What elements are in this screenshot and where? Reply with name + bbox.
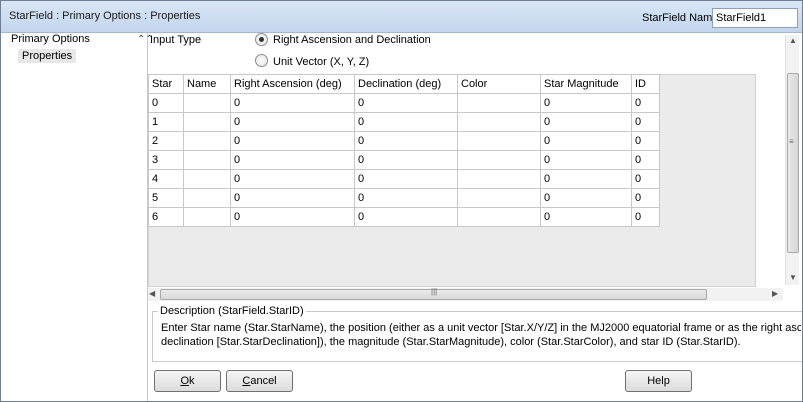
arrow-right-icon[interactable]: ▶ [772, 289, 778, 298]
col-header-color[interactable]: Color [457, 74, 541, 94]
cell-ra[interactable]: 0 [230, 207, 355, 227]
cell-star: 1 [148, 112, 184, 132]
ok-button[interactable]: Ok [154, 370, 221, 392]
cell-id[interactable]: 0 [631, 131, 660, 151]
grip-icon: ||| [431, 287, 438, 296]
table-row: 30000 [148, 150, 660, 170]
col-header-ra[interactable]: Right Ascension (deg) [230, 74, 355, 94]
table-row: 60000 [148, 207, 660, 227]
table-row: 20000 [148, 131, 660, 151]
tree-item-properties[interactable]: Properties [18, 49, 77, 63]
description-line-2: declination [Star.StarDeclination]), the… [161, 336, 741, 348]
cell-magnitude[interactable]: 0 [540, 207, 632, 227]
cell-color[interactable] [457, 207, 541, 227]
cell-star: 4 [148, 169, 184, 189]
cell-color[interactable] [457, 150, 541, 170]
radio-unit-vector-label[interactable]: Unit Vector (X, Y, Z) [273, 56, 369, 68]
cancel-button[interactable]: Cancel [226, 370, 293, 392]
col-header-magnitude[interactable]: Star Magnitude [540, 74, 632, 94]
cell-ra[interactable]: 0 [230, 188, 355, 208]
radio-unit-vector[interactable] [255, 54, 268, 67]
description-line-1: Enter Star name (Star.StarName), the pos… [161, 322, 801, 334]
grip-icon: ≡ [789, 137, 794, 146]
cell-magnitude[interactable]: 0 [540, 169, 632, 189]
properties-window: StarField : Primary Options : Properties… [0, 0, 803, 402]
cell-ra[interactable]: 0 [230, 150, 355, 170]
cell-dec[interactable]: 0 [354, 131, 458, 151]
cell-star: 6 [148, 207, 184, 227]
cell-id[interactable]: 0 [631, 93, 660, 113]
cell-dec[interactable]: 0 [354, 150, 458, 170]
table-header-row: Star Name Right Ascension (deg) Declinat… [148, 74, 660, 94]
window-title: StarField : Primary Options : Properties [9, 10, 201, 22]
radio-selected-dot [259, 37, 264, 42]
radio-ra-dec[interactable] [255, 33, 268, 46]
cell-magnitude[interactable]: 0 [540, 93, 632, 113]
cell-name[interactable] [183, 188, 231, 208]
cell-color[interactable] [457, 169, 541, 189]
radio-ra-dec-label[interactable]: Right Ascension and Declination [273, 34, 431, 46]
cell-color[interactable] [457, 131, 541, 151]
input-type-label: Input Type [150, 34, 202, 46]
cell-dec[interactable]: 0 [354, 207, 458, 227]
cell-color[interactable] [457, 93, 541, 113]
cell-id[interactable]: 0 [631, 112, 660, 132]
description-text: Enter Star name (Star.StarName), the pos… [161, 321, 801, 351]
cell-id[interactable]: 0 [631, 207, 660, 227]
arrow-left-icon[interactable]: ◀ [149, 289, 155, 298]
cell-name[interactable] [183, 150, 231, 170]
title-bar: StarField : Primary Options : Properties… [1, 1, 802, 33]
table-row: 40000 [148, 169, 660, 189]
cell-name[interactable] [183, 207, 231, 227]
arrow-up-icon[interactable]: ▲ [789, 36, 797, 45]
cell-star: 3 [148, 150, 184, 170]
starfield-name-input[interactable] [712, 8, 798, 28]
cell-magnitude[interactable]: 0 [540, 150, 632, 170]
cell-name[interactable] [183, 93, 231, 113]
cell-id[interactable]: 0 [631, 188, 660, 208]
tree-item-primary-options[interactable]: Primary Options [11, 33, 90, 45]
cell-ra[interactable]: 0 [230, 93, 355, 113]
help-button[interactable]: Help [625, 370, 692, 392]
cell-magnitude[interactable]: 0 [540, 188, 632, 208]
cell-magnitude[interactable]: 0 [540, 112, 632, 132]
cell-ra[interactable]: 0 [230, 169, 355, 189]
cell-name[interactable] [183, 169, 231, 189]
starfield-name-label: StarField Name [642, 12, 719, 24]
table-row: 50000 [148, 188, 660, 208]
horizontal-scrollbar[interactable]: ◀ ||| ▶ [148, 287, 783, 301]
col-header-name[interactable]: Name [183, 74, 231, 94]
table-row: 10000 [148, 112, 660, 132]
cell-star: 5 [148, 188, 184, 208]
cell-magnitude[interactable]: 0 [540, 131, 632, 151]
vertical-scroll-thumb[interactable] [787, 73, 799, 253]
cell-dec[interactable]: 0 [354, 112, 458, 132]
cell-star: 2 [148, 131, 184, 151]
cell-color[interactable] [457, 112, 541, 132]
vertical-scrollbar[interactable]: ▲ ≡ ▼ [785, 35, 799, 285]
cell-ra[interactable]: 0 [230, 131, 355, 151]
arrow-down-icon[interactable]: ▼ [789, 273, 797, 282]
cell-color[interactable] [457, 188, 541, 208]
cell-star: 0 [148, 93, 184, 113]
description-title: Description (StarField.StarID) [158, 305, 306, 317]
col-header-id[interactable]: ID [631, 74, 660, 94]
cell-dec[interactable]: 0 [354, 188, 458, 208]
options-tree: Primary Options Properties [1, 33, 148, 401]
cell-id[interactable]: 0 [631, 169, 660, 189]
cell-dec[interactable]: 0 [354, 169, 458, 189]
col-header-star[interactable]: Star [148, 74, 184, 94]
cell-dec[interactable]: 0 [354, 93, 458, 113]
star-table: Star Name Right Ascension (deg) Declinat… [148, 74, 660, 227]
cell-ra[interactable]: 0 [230, 112, 355, 132]
cell-name[interactable] [183, 131, 231, 151]
table-row: 00000 [148, 93, 660, 113]
cell-name[interactable] [183, 112, 231, 132]
col-header-dec[interactable]: Declination (deg) [354, 74, 458, 94]
cell-id[interactable]: 0 [631, 150, 660, 170]
